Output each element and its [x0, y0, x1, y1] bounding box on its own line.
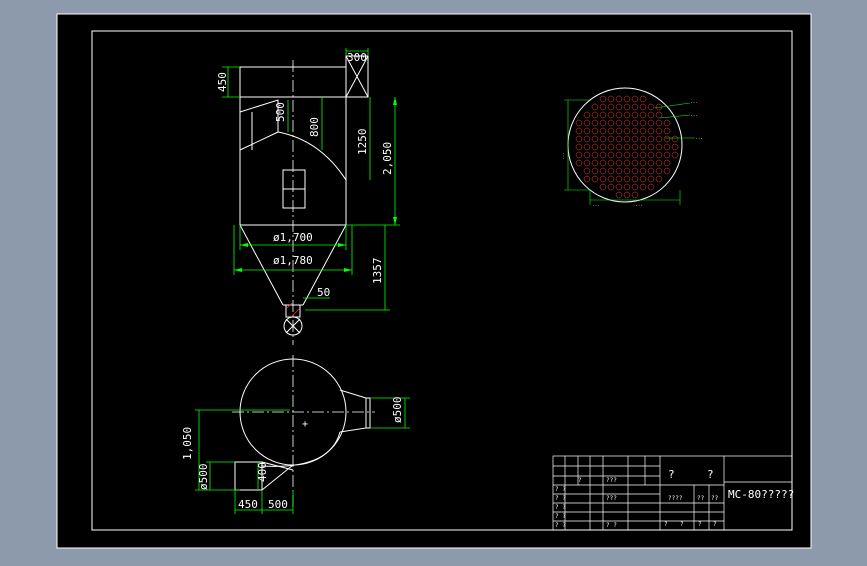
- title-block-title: MC-80?????: [728, 488, 794, 501]
- title-block-s11: ? ?: [606, 522, 617, 529]
- title-block-s6: ? ?: [555, 486, 566, 493]
- detail-label-bottom2: ...: [635, 203, 643, 208]
- title-block-s8: ? ?: [555, 504, 566, 511]
- dim-50: 50: [317, 286, 330, 299]
- title-block-s1: ?: [664, 521, 668, 528]
- title-block-s7: ? ?: [555, 495, 566, 502]
- dim-300: 300: [347, 51, 367, 64]
- dim-800: 800: [308, 117, 321, 137]
- dim-1357: 1357: [371, 258, 384, 285]
- title-block-s5: ?: [578, 477, 582, 484]
- detail-label-top2: ...: [690, 113, 698, 118]
- title-block-q2: ?: [707, 468, 714, 481]
- title-block-s2: ?: [680, 521, 684, 528]
- detail-label-left: ...: [561, 152, 566, 160]
- dim-500-bottom: 500: [268, 498, 288, 511]
- title-block-s4: ?: [713, 521, 717, 528]
- dim-500-left: ø500: [197, 464, 210, 491]
- title-block-s10: ? ?: [555, 522, 566, 529]
- title-block-s3: ?: [698, 521, 702, 528]
- detail-label-bottom1: ...: [592, 203, 600, 208]
- title-block-r4: ??: [697, 495, 705, 502]
- title-block-r3: ???: [606, 495, 617, 502]
- dim-1050: 1,050: [181, 427, 194, 460]
- dim-1250: 1250: [356, 129, 369, 156]
- dim-1700: ø1,700: [273, 231, 313, 244]
- dim-2050: 2,050: [381, 142, 394, 175]
- title-block-q1: ?: [668, 468, 675, 481]
- title-block-r2: ???: [606, 477, 617, 484]
- dim-450-top: 450: [216, 72, 229, 92]
- cad-viewport: + 300 450 500 800 1250 2,050 ø1,700 ø1,7…: [0, 0, 867, 562]
- dim-450-bottom: 450: [238, 498, 258, 511]
- detail-label-right: ...: [695, 136, 703, 141]
- dim-400: 400: [256, 462, 269, 482]
- dim-1780: ø1,780: [273, 254, 313, 267]
- title-block-r5: ??: [711, 495, 719, 502]
- title-block-r1: ????: [668, 495, 683, 502]
- dim-500-outlet: ø500: [391, 397, 404, 424]
- dim-500-inlet: 500: [274, 102, 287, 122]
- detail-label-top1: ...: [690, 100, 698, 105]
- drawing-canvas: + 300 450 500 800 1250 2,050 ø1,700 ø1,7…: [56, 13, 812, 549]
- drawing-sheet: [56, 13, 812, 549]
- plan-center-mark: +: [302, 419, 308, 430]
- title-block-s9: ? ?: [555, 513, 566, 520]
